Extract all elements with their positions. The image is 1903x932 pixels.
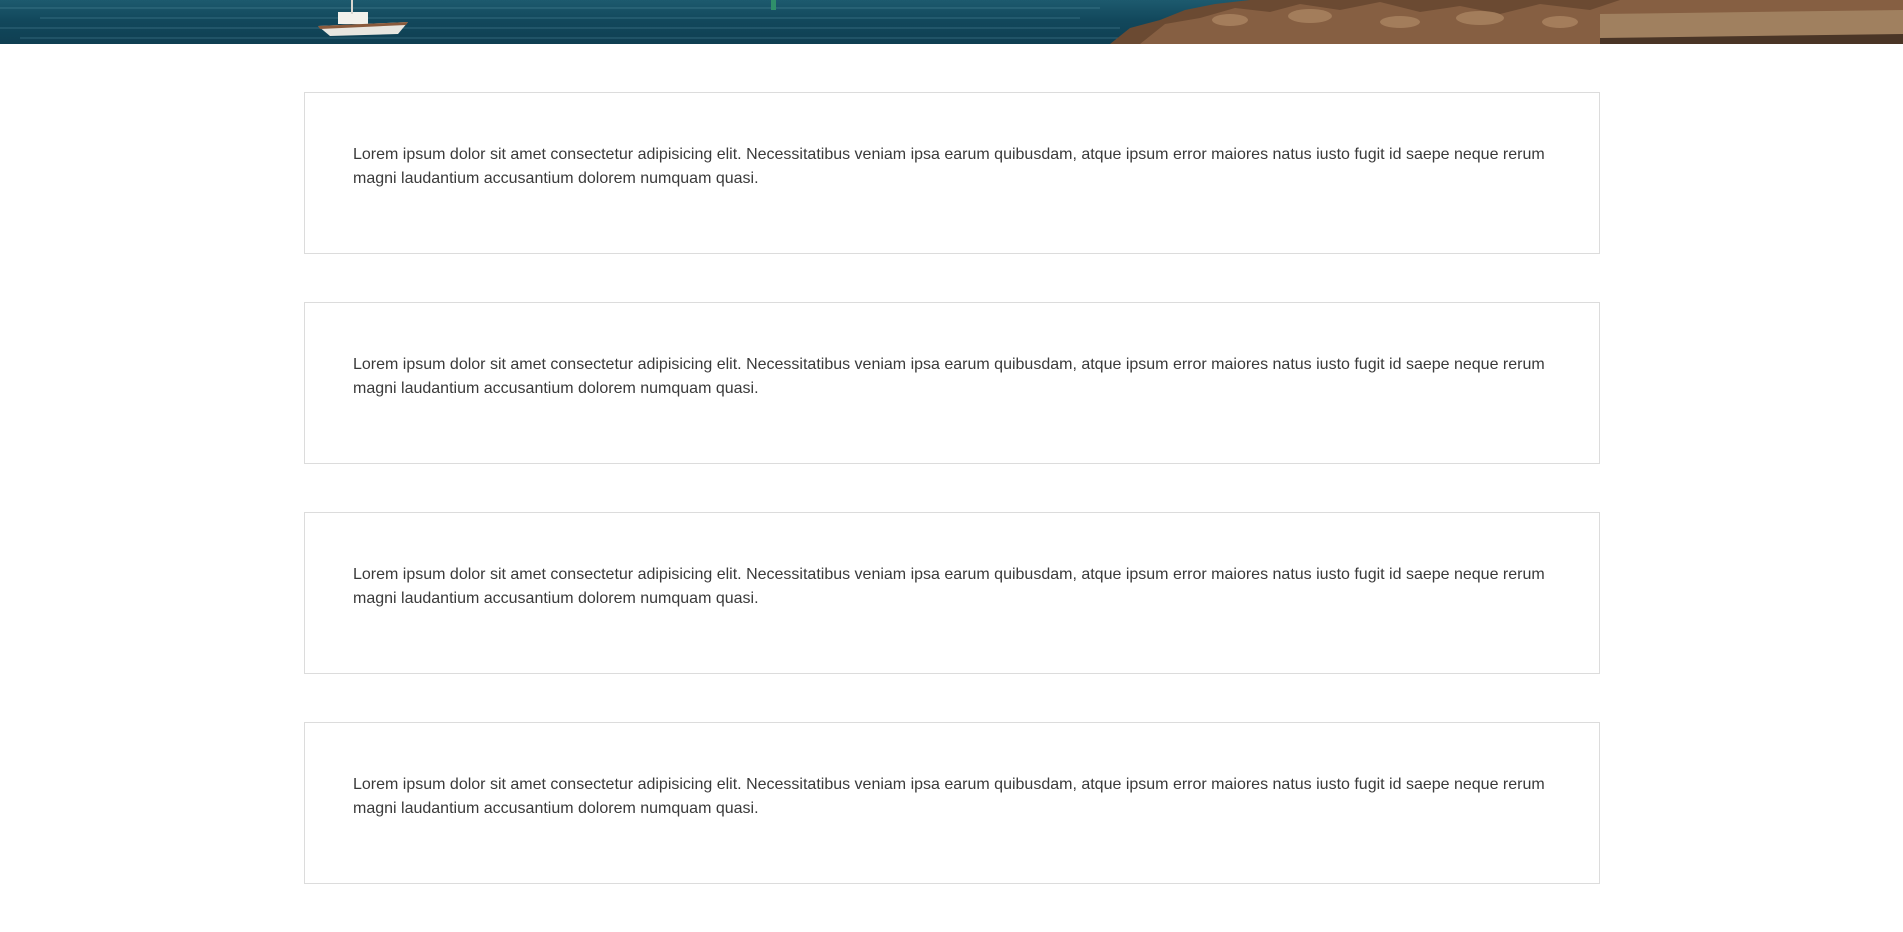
text-card: Lorem ipsum dolor sit amet consectetur a…	[304, 302, 1600, 464]
hero-banner-image	[0, 0, 1903, 44]
harbor-photo-icon	[0, 0, 1903, 44]
rocks-icon	[1110, 0, 1903, 44]
card-text: Lorem ipsum dolor sit amet consectetur a…	[353, 356, 1545, 397]
card-text: Lorem ipsum dolor sit amet consectetur a…	[353, 566, 1545, 607]
text-card: Lorem ipsum dolor sit amet consectetur a…	[304, 92, 1600, 254]
text-card: Lorem ipsum dolor sit amet consectetur a…	[304, 722, 1600, 884]
card-text: Lorem ipsum dolor sit amet consectetur a…	[353, 146, 1545, 187]
text-card: Lorem ipsum dolor sit amet consectetur a…	[304, 512, 1600, 674]
card-text: Lorem ipsum dolor sit amet consectetur a…	[353, 776, 1545, 817]
card-list: Lorem ipsum dolor sit amet consectetur a…	[304, 92, 1600, 932]
